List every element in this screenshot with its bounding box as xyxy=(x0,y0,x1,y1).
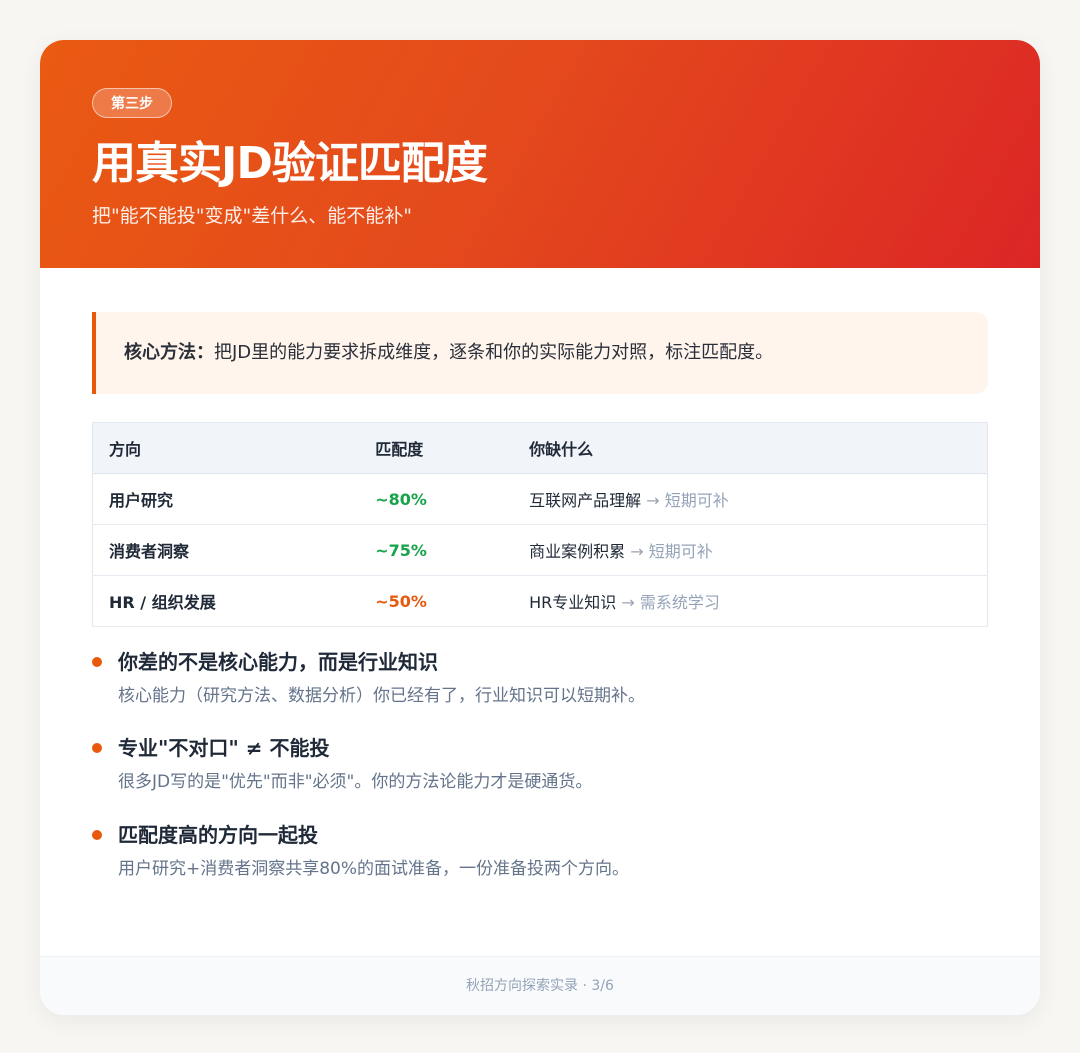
key-point-title: 专业"不对口" ≠ 不能投 xyxy=(118,736,330,760)
footer: 秋招方向探索实录 · 3/6 xyxy=(40,956,1040,1015)
table-row: HR / 组织发展 ~50% HR专业知识 → 需系统学习 xyxy=(92,575,989,627)
core-method-label: 核心方法： xyxy=(124,342,214,363)
gap-cell: HR专业知识 → 需系统学习 xyxy=(513,575,989,627)
step-badge: 第三步 xyxy=(92,88,172,118)
bullet-dot-icon xyxy=(92,657,102,667)
key-point-desc: 核心能力（研究方法、数据分析）你已经有了，行业知识可以短期补。 xyxy=(118,686,645,706)
key-point-title: 你差的不是核心能力，而是行业知识 xyxy=(118,650,438,674)
column-header-gap: 你缺什么 xyxy=(513,422,989,474)
arrow-right-icon: → xyxy=(621,593,635,612)
table-header-row: 方向 匹配度 你缺什么 xyxy=(92,422,989,474)
table-row: 用户研究 ~80% 互联网产品理解 → 短期可补 xyxy=(92,473,989,525)
fix-note: 短期可补 xyxy=(664,491,729,510)
key-point-desc: 很多JD写的是"优先"而非"必须"。你的方法论能力才是硬通货。 xyxy=(118,772,593,792)
gap-text: 商业案例积累 xyxy=(529,542,626,561)
bullet-dot-icon xyxy=(92,830,102,840)
key-point-title: 匹配度高的方向一起投 xyxy=(118,823,318,847)
bullet-dot-icon xyxy=(92,743,102,753)
header-banner: 第三步 用真实JD验证匹配度 把"能不能投"变成"差什么、能不能补" xyxy=(40,40,1040,268)
direction-cell: 用户研究 xyxy=(92,473,360,525)
core-method-callout: 核心方法：把JD里的能力要求拆成维度，逐条和你的实际能力对照，标注匹配度。 xyxy=(92,312,988,394)
table-row: 消费者洞察 ~75% 商业案例积累 → 短期可补 xyxy=(92,524,989,576)
direction-cell: HR / 组织发展 xyxy=(92,575,360,627)
core-method-text: 把JD里的能力要求拆成维度，逐条和你的实际能力对照，标注匹配度。 xyxy=(214,342,774,363)
fix-note: 短期可补 xyxy=(648,542,713,561)
gap-text: 互联网产品理解 xyxy=(529,491,642,510)
gap-cell: 商业案例积累 → 短期可补 xyxy=(513,524,989,576)
fix-note: 需系统学习 xyxy=(639,593,720,612)
key-point-desc: 用户研究+消费者洞察共享80%的面试准备，一份准备投两个方向。 xyxy=(118,859,630,879)
slide-card: 第三步 用真实JD验证匹配度 把"能不能投"变成"差什么、能不能补" 核心方法：… xyxy=(40,40,1040,1015)
match-cell: ~80% xyxy=(359,473,514,525)
arrow-right-icon: → xyxy=(630,542,644,561)
column-header-direction: 方向 xyxy=(92,422,360,474)
match-table: 方向 匹配度 你缺什么 用户研究 ~80% 互联网产品理解 → 短期可补 消费者… xyxy=(92,422,989,627)
direction-cell: 消费者洞察 xyxy=(92,524,360,576)
gap-text: HR专业知识 xyxy=(529,593,617,612)
match-cell: ~50% xyxy=(359,575,514,627)
arrow-right-icon: → xyxy=(646,491,660,510)
footer-text: 秋招方向探索实录 · 3/6 xyxy=(466,978,614,994)
page-subtitle: 把"能不能投"变成"差什么、能不能补" xyxy=(92,205,412,227)
page-title: 用真实JD验证匹配度 xyxy=(92,138,488,189)
gap-cell: 互联网产品理解 → 短期可补 xyxy=(513,473,989,525)
column-header-match: 匹配度 xyxy=(359,422,514,474)
match-cell: ~75% xyxy=(359,524,514,576)
